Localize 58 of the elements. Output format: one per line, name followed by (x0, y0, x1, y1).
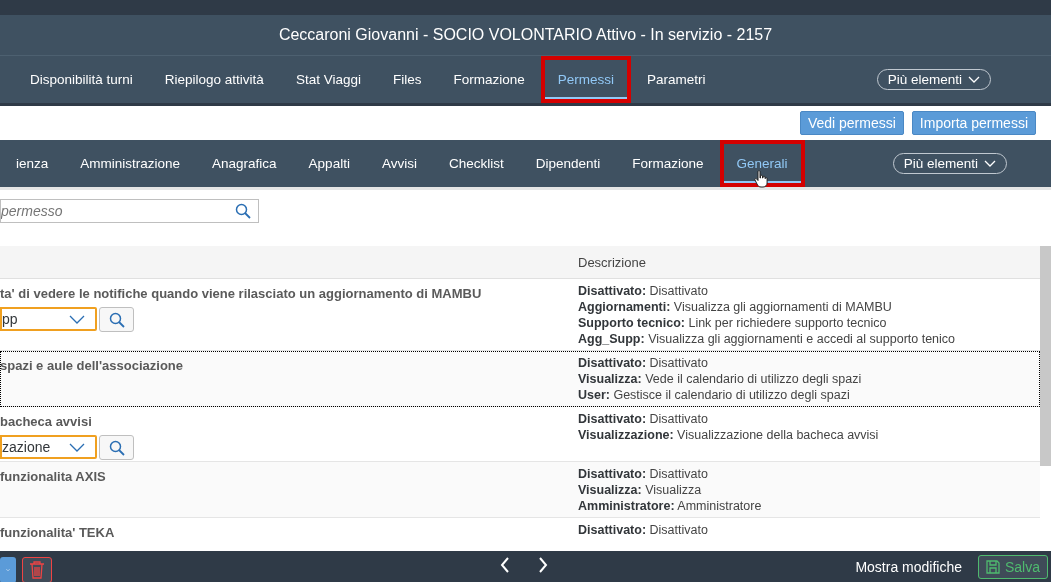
description-line: Disattivato: Disattivato (578, 283, 709, 299)
description-line: Disattivato: Disattivato (578, 466, 709, 482)
tab[interactable]: Stat Viaggi (279, 56, 377, 103)
save-button[interactable]: Salva (977, 554, 1048, 579)
description-line: Supporto tecnico: Link per richiedere supporto tecnico (578, 315, 888, 331)
tab[interactable]: Anagrafica (196, 140, 293, 187)
value-help-button[interactable] (99, 307, 134, 332)
value-help-button[interactable] (99, 435, 134, 460)
description-line: Disattivato: Disattivato (578, 522, 709, 538)
tab[interactable]: Amministrazione (64, 140, 197, 187)
tab[interactable]: Disponibilità turni (14, 56, 149, 103)
tab[interactable]: Parametri (631, 56, 722, 103)
tab[interactable]: Generali (719, 140, 805, 187)
window-title: Ceccaroni Giovanni - SOCIO VOLONTARIO Attivo - In servizio - 2157 (278, 26, 773, 44)
tab[interactable]: Dipendenti (519, 140, 617, 187)
trash-icon (29, 560, 45, 579)
tab[interactable]: Formazione (616, 140, 720, 187)
chevron-left-icon (500, 557, 510, 573)
permission-title: funzionalita' TEKA (0, 525, 116, 540)
tab[interactable]: Avvisi (365, 140, 433, 187)
scrollbar[interactable] (1040, 246, 1051, 466)
chevron-down-icon (984, 159, 996, 168)
description-line: Visualizza: Visualizza (578, 482, 703, 498)
tab[interactable]: Riepilogo attività (148, 56, 280, 103)
show-changes-button[interactable]: Mostra modifiche (849, 557, 968, 576)
tab[interactable]: Checklist (432, 140, 520, 187)
tab[interactable]: Permessi (540, 56, 631, 103)
description-line: Disattivato: Disattivato (578, 355, 709, 371)
tab[interactable]: ienza (0, 140, 65, 187)
search-field[interactable]: permesso (0, 199, 259, 223)
permission-title: bacheca avvisi (0, 414, 93, 429)
description-line: Visualizzazione: Visualizzazione della bacheca avvisi (578, 427, 880, 443)
description-line: Amministratore: Amministratore (578, 498, 763, 514)
description-line: Visualizza: Vede il calendario di utilizzo degli spazi (578, 371, 863, 387)
description-line: Disattivato: Disattivato (578, 411, 709, 427)
role-dropdown[interactable]: pp (0, 307, 97, 331)
delete-button[interactable] (22, 556, 52, 582)
search-icon (108, 439, 125, 456)
chevron-down-icon (968, 75, 980, 84)
chevron-down-icon (69, 314, 85, 324)
search-icon (108, 311, 125, 328)
column-header: Descrizione (578, 254, 647, 270)
permission-title: spazi e aule dell'associazione (0, 358, 184, 373)
search-icon (235, 203, 251, 219)
tab[interactable]: Files (376, 56, 438, 103)
permission-title: funzionalita AXIS (0, 469, 107, 484)
hand-cursor-icon (753, 170, 768, 188)
role-dropdown[interactable]: zazione (0, 435, 97, 459)
chevron-down-icon (69, 442, 85, 452)
dropdown-button[interactable] (0, 556, 16, 582)
chevron-right-icon (538, 557, 548, 573)
description-line: Agg_Supp: Visualizza gli aggiornamenti e accedi al supporto tenico (578, 331, 957, 347)
tab[interactable]: Formazione (437, 56, 541, 103)
permission-title: ta' di vedere le notifiche quando viene rilasciato un aggiornamento di MAMBU (0, 286, 483, 301)
tab[interactable]: Appalti (292, 140, 366, 187)
save-icon (985, 559, 1000, 574)
description-line: Aggiornamenti: Visualizza gli aggiornamenti di MAMBU (578, 299, 893, 315)
description-line: User: Gestisce il calendario di utilizzo degli spazi (578, 387, 851, 403)
